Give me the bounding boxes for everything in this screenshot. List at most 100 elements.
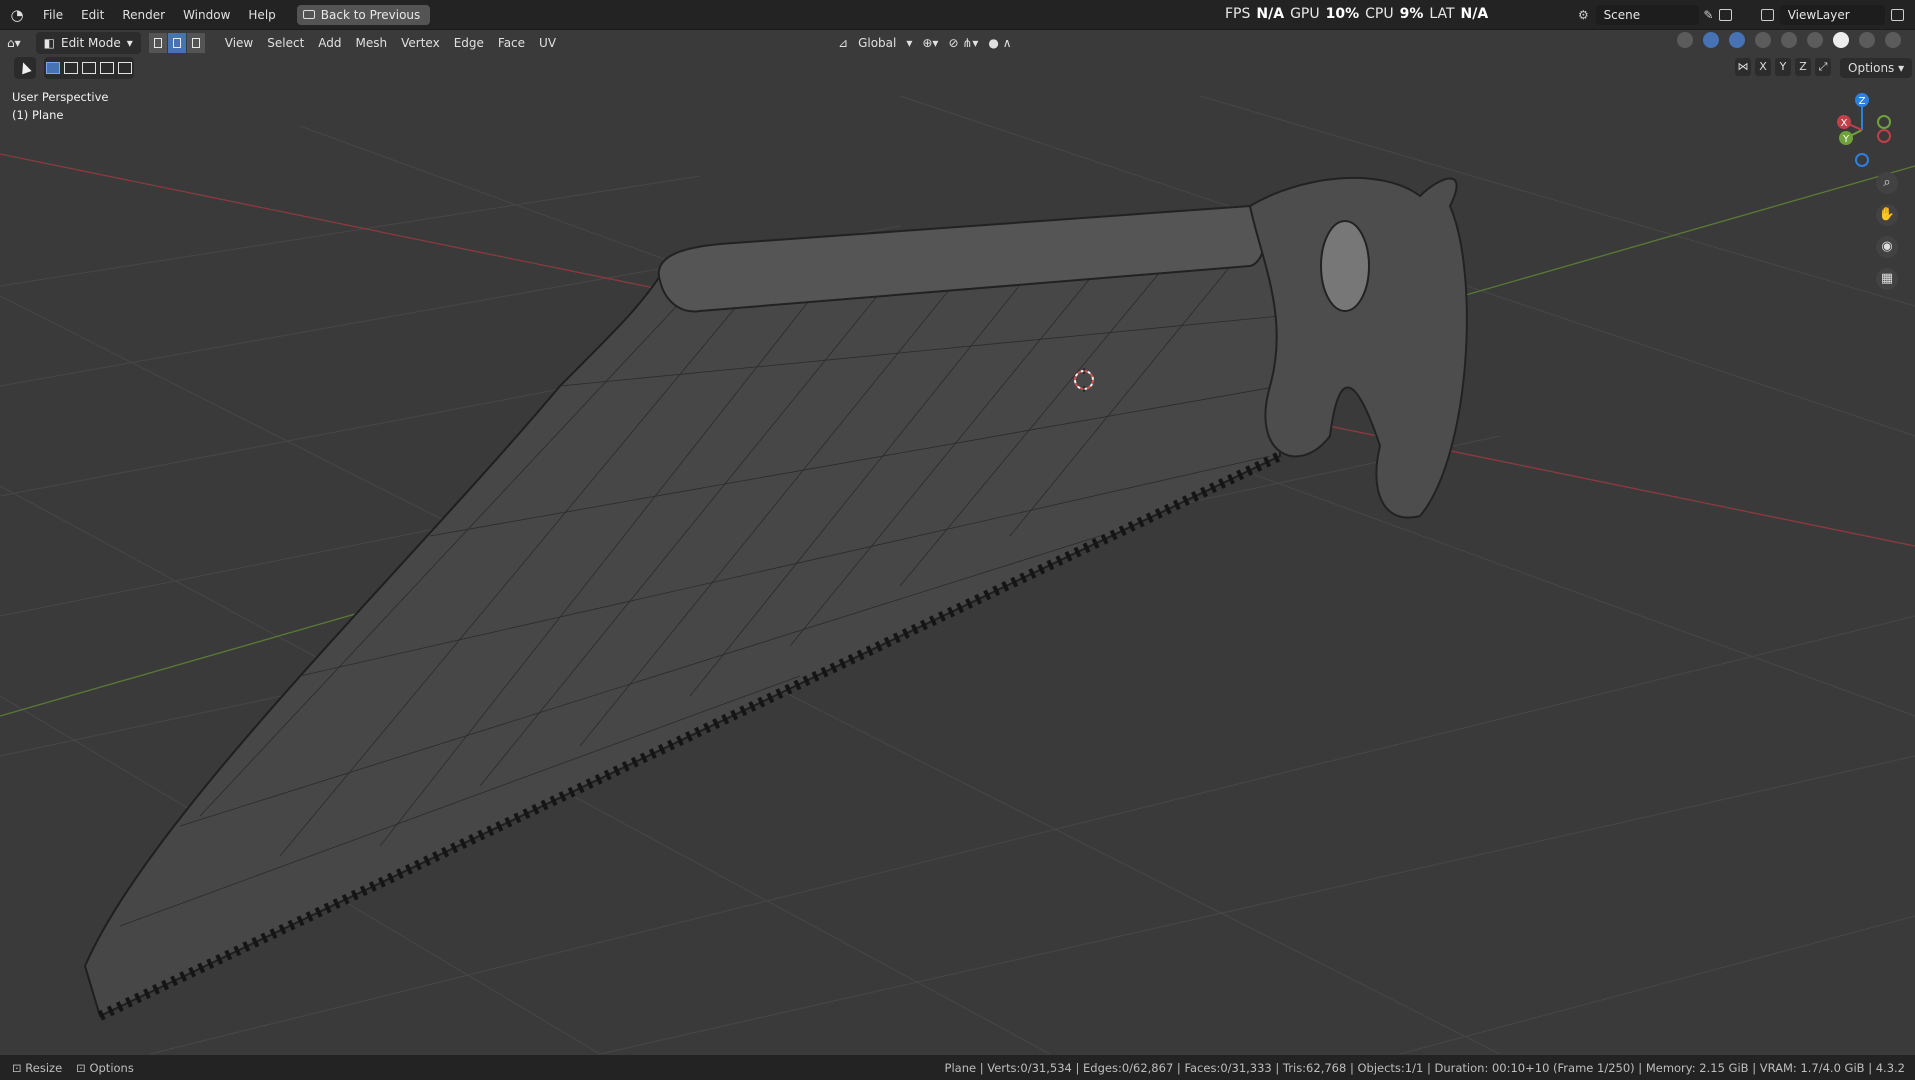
- screen-icon: [302, 10, 315, 19]
- solid-shading-icon[interactable]: [1833, 32, 1849, 48]
- fps-label: FPS: [1225, 6, 1251, 22]
- select-subtract-icon[interactable]: [82, 62, 96, 74]
- menu-edge[interactable]: Edge: [447, 32, 491, 54]
- back-to-previous-button[interactable]: Back to Previous: [296, 4, 431, 25]
- pin-icon[interactable]: ✎: [1703, 8, 1713, 22]
- cpu-label: CPU: [1365, 6, 1394, 22]
- edge-select-button[interactable]: [167, 33, 187, 53]
- z-axis-label: Z: [1859, 96, 1866, 107]
- mode-dropdown[interactable]: ◧ Edit Mode ▾: [35, 32, 141, 54]
- options-hint-label: Options: [89, 1060, 134, 1075]
- xray-icon[interactable]: [1781, 32, 1797, 48]
- select-new-icon[interactable]: [46, 62, 60, 74]
- select-tool-icon[interactable]: [14, 57, 36, 79]
- proportional-edit-icon[interactable]: ● ∧: [988, 32, 1011, 54]
- wireframe-shading-icon[interactable]: [1807, 32, 1823, 48]
- neg-x-axis-handle[interactable]: [1877, 129, 1891, 143]
- gpu-label: GPU: [1290, 6, 1320, 22]
- menu-mesh[interactable]: Mesh: [349, 32, 395, 54]
- viewport-info: User Perspective (1) Plane: [12, 88, 108, 124]
- viewlayer-icon[interactable]: [1761, 9, 1774, 21]
- gizmo-toggle-icon[interactable]: [1703, 32, 1719, 48]
- zoom-icon[interactable]: ⌕: [1876, 172, 1898, 194]
- pivot-icon[interactable]: ⊕▾: [922, 32, 938, 54]
- navigation-tools: ⌕ ✋ ◉ ▦: [1876, 172, 1898, 290]
- gpu-value: 10%: [1325, 6, 1360, 22]
- select-intersect-icon[interactable]: [118, 62, 132, 74]
- neg-z-axis-handle[interactable]: [1855, 153, 1869, 167]
- visibility-icon[interactable]: [1677, 32, 1693, 48]
- menu-vertex[interactable]: Vertex: [394, 32, 447, 54]
- back-to-previous-label: Back to Previous: [320, 7, 421, 22]
- perspective-toggle-icon[interactable]: ▦: [1876, 268, 1898, 290]
- scene-selector[interactable]: ⚙ Scene ✎: [1578, 4, 1738, 26]
- blender-logo-icon[interactable]: ◔: [0, 6, 34, 24]
- active-object-label: (1) Plane: [12, 108, 64, 122]
- select-invert-icon[interactable]: [100, 62, 114, 74]
- tool-settings-row: [14, 57, 134, 79]
- pan-hand-icon[interactable]: ✋: [1876, 204, 1898, 226]
- menu-select[interactable]: Select: [260, 32, 311, 54]
- axis-z-button[interactable]: Z: [1795, 58, 1811, 76]
- mouse-icon: ⊡: [12, 1060, 22, 1075]
- scene-name-field[interactable]: Scene: [1595, 5, 1700, 25]
- face-select-button[interactable]: [186, 33, 206, 53]
- vertex-select-button[interactable]: [148, 33, 168, 53]
- overlay-toggle-icon[interactable]: [1729, 32, 1745, 48]
- menu-uv[interactable]: UV: [532, 32, 563, 54]
- perspective-label: User Perspective: [12, 90, 109, 104]
- new-scene-icon[interactable]: [1719, 9, 1732, 21]
- resize-hint: ⊡ Resize: [12, 1061, 62, 1075]
- mirror-icon[interactable]: ⋈: [1735, 58, 1751, 76]
- transform-orientation[interactable]: ⊿ Global ▾ ⊕▾ ⊘ ⋔▾ ● ∧: [838, 32, 1011, 54]
- select-extend-icon[interactable]: [64, 62, 78, 74]
- menu-render[interactable]: Render: [113, 4, 174, 26]
- mirror-axes: ⋈ X Y Z ⤢: [1735, 58, 1831, 76]
- resize-label: Resize: [25, 1060, 63, 1075]
- menu-help[interactable]: Help: [239, 4, 284, 26]
- viewlayer-name-field[interactable]: ViewLayer: [1779, 5, 1886, 25]
- fps-value: N/A: [1256, 6, 1285, 22]
- select-mode-group: [148, 33, 206, 53]
- status-bar: ⊡ Resize ⊡ Options Plane | Verts:0/31,53…: [0, 1055, 1915, 1080]
- axis-x-button[interactable]: X: [1755, 58, 1771, 76]
- viewport-shading-controls: [1677, 32, 1901, 48]
- y-axis-label: Y: [1842, 134, 1850, 145]
- neg-y-axis-handle[interactable]: [1877, 115, 1891, 129]
- material-shading-icon[interactable]: [1859, 32, 1875, 48]
- scene-icon[interactable]: ⚙: [1578, 8, 1596, 22]
- lat-value: N/A: [1460, 6, 1489, 22]
- performance-stats: FPS N/A GPU 10% CPU 9% LAT N/A: [1225, 6, 1488, 22]
- auto-merge-icon[interactable]: ⤢: [1815, 58, 1831, 76]
- handle-hole: [1320, 220, 1370, 312]
- 3d-viewport[interactable]: [0, 56, 1915, 1054]
- chevron-down-icon: ▾: [126, 36, 133, 50]
- menu-window[interactable]: Window: [174, 4, 239, 26]
- camera-view-icon[interactable]: ◉: [1876, 236, 1898, 258]
- mouse-icon: ⊡: [76, 1060, 86, 1075]
- axis-y-button[interactable]: Y: [1775, 58, 1791, 76]
- rendered-shading-icon[interactable]: [1885, 32, 1901, 48]
- mode-label: Edit Mode: [60, 36, 121, 50]
- menu-face[interactable]: Face: [491, 32, 532, 54]
- new-viewlayer-icon[interactable]: [1891, 9, 1904, 21]
- cpu-value: 9%: [1399, 6, 1424, 22]
- menu-file[interactable]: File: [34, 4, 72, 26]
- scene-statistics: Plane | Verts:0/31,534 | Edges:0/62,867 …: [944, 1060, 1905, 1075]
- options-hint: ⊡ Options: [76, 1061, 134, 1075]
- menu-add[interactable]: Add: [311, 32, 348, 54]
- viewlayer-selector[interactable]: ViewLayer: [1755, 4, 1910, 26]
- editor-type-dropdown[interactable]: ⌂▾: [0, 32, 28, 54]
- orientation-label: Global: [858, 36, 897, 50]
- edit-mode-icon: ◧: [43, 36, 55, 50]
- lat-label: LAT: [1429, 6, 1455, 22]
- mesh-edit-overlay-icon[interactable]: [1755, 32, 1771, 48]
- options-dropdown[interactable]: Options ▾: [1840, 58, 1913, 78]
- x-axis-label: X: [1841, 118, 1848, 129]
- top-menu-bar: ◔ File Edit Render Window Help Back to P…: [0, 0, 1915, 30]
- navigation-gizmo[interactable]: Z X Y: [1830, 92, 1900, 172]
- menu-edit[interactable]: Edit: [72, 4, 113, 26]
- menu-view[interactable]: View: [218, 32, 260, 54]
- snap-icon[interactable]: ⊘ ⋔▾: [948, 32, 978, 54]
- selection-mode-buttons: [44, 57, 134, 79]
